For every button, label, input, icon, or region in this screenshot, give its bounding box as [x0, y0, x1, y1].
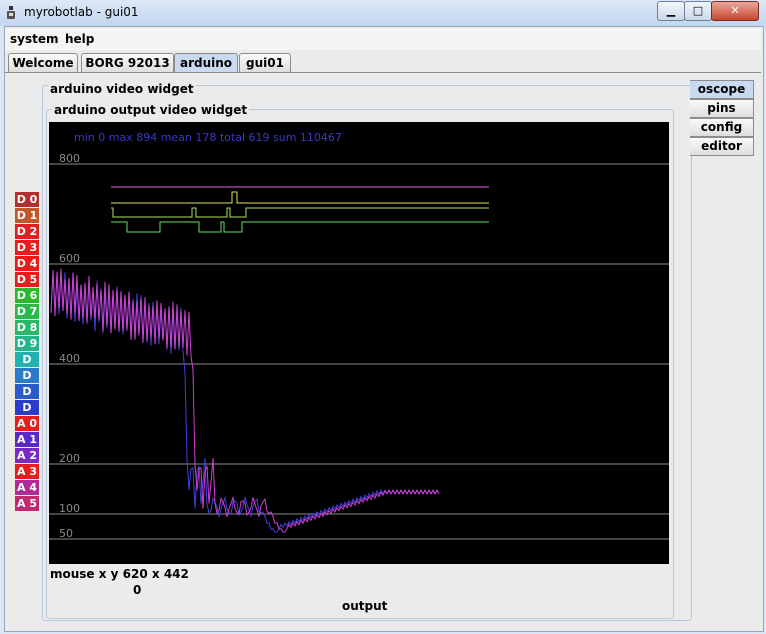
scope-stats: min 0 max 894 mean 178 total 619 sum 110…	[74, 131, 342, 144]
tab-oscope[interactable]: oscope	[690, 80, 754, 99]
maximize-button[interactable]: □	[684, 1, 712, 21]
tab-borg-92013[interactable]: BORG 92013	[81, 53, 174, 72]
close-button[interactable]: ✕	[711, 1, 759, 21]
pin-a3[interactable]: A 3	[15, 464, 39, 480]
oscope-display[interactable]: 800 600 400 200 100 50	[49, 122, 669, 564]
pin-a5[interactable]: A 5	[15, 496, 39, 512]
y-axis-label: 600	[59, 252, 80, 265]
menu-system[interactable]: system	[10, 32, 59, 46]
tab-config[interactable]: config	[690, 118, 754, 137]
output-label: output	[342, 599, 388, 613]
output-widget-title: arduino output video widget	[52, 103, 250, 117]
pin-d4[interactable]: D 4	[15, 256, 39, 272]
pin-d3[interactable]: D 3	[15, 240, 39, 256]
app-icon	[7, 6, 15, 19]
pin-d2[interactable]: D 2	[15, 224, 39, 240]
pin-d12[interactable]: D 12	[15, 384, 39, 413]
window-title: myrobotlab - gui01	[24, 5, 139, 19]
pin-a4[interactable]: A 4	[15, 480, 39, 496]
pin-d13[interactable]: D 13	[15, 400, 39, 429]
tab-editor[interactable]: editor	[690, 137, 754, 156]
pin-a2[interactable]: A 2	[15, 448, 39, 464]
pin-d5[interactable]: D 5	[15, 272, 39, 288]
tab-divider	[5, 72, 761, 73]
y-axis-label: 400	[59, 352, 80, 365]
tab-welcome[interactable]: Welcome	[8, 53, 78, 72]
y-axis-label: 200	[59, 452, 80, 465]
pin-d1[interactable]: D 1	[15, 208, 39, 224]
menu-help[interactable]: help	[65, 32, 94, 46]
pin-a1[interactable]: A 1	[15, 432, 39, 448]
value-label: 0	[133, 583, 142, 597]
digital-trace	[111, 221, 489, 233]
y-axis-label: 800	[59, 152, 80, 165]
mouse-position-label: mouse x y 620 x 442	[50, 567, 189, 581]
pin-d9[interactable]: D 9	[15, 336, 39, 352]
tab-pins[interactable]: pins	[690, 99, 754, 118]
pin-d8[interactable]: D 8	[15, 320, 39, 336]
digital-trace	[111, 207, 489, 218]
pin-d0[interactable]: D 0	[15, 192, 39, 208]
menu-bar	[5, 28, 761, 50]
y-axis-label: 100	[59, 502, 80, 515]
oscope-canvas: 800 600 400 200 100 50	[49, 152, 669, 540]
tab-arduino[interactable]: arduino	[174, 53, 238, 72]
pin-a0[interactable]: A 0	[15, 416, 39, 432]
video-widget-title: arduino video widget	[48, 82, 196, 96]
tab-gui01[interactable]: gui01	[239, 53, 291, 72]
digital-trace	[111, 191, 489, 204]
pin-d10[interactable]: D 10	[15, 352, 39, 381]
y-axis-label: 50	[59, 527, 73, 540]
pin-d7[interactable]: D 7	[15, 304, 39, 320]
pin-d6[interactable]: D 6	[15, 288, 39, 304]
analog-trace	[50, 268, 440, 533]
pin-d11[interactable]: D 11	[15, 368, 39, 397]
minimize-button[interactable]: ▁	[657, 1, 685, 21]
